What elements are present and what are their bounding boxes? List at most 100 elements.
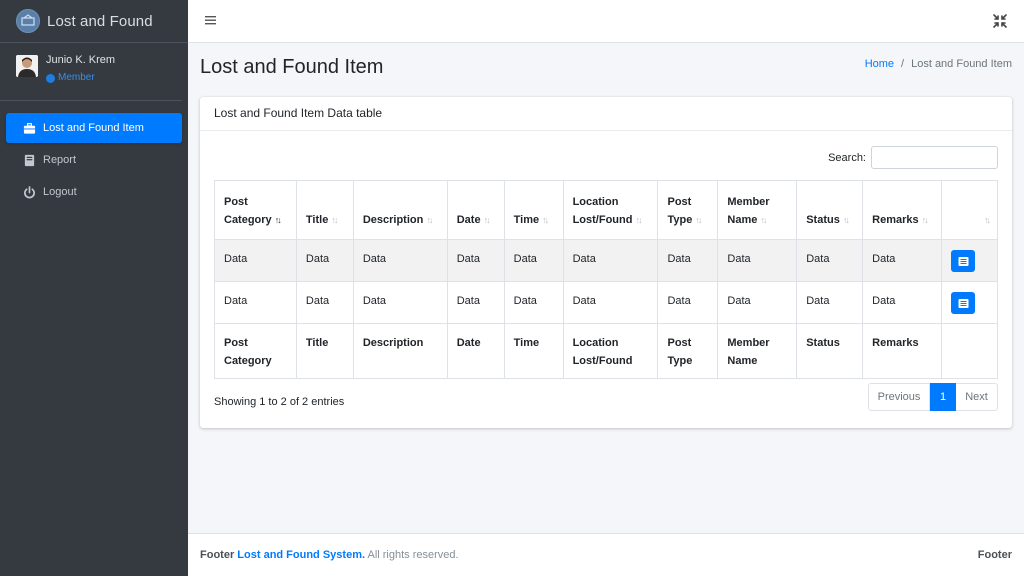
table-cell: Data (717, 281, 798, 324)
search-row: Search: (828, 146, 998, 169)
sidebar-item-report[interactable]: Report (6, 145, 182, 175)
sidebar: Lost and Found Junio K. Krem Member Lost… (0, 0, 188, 576)
column-header-location[interactable]: Location Lost/Found ↑↓ (562, 180, 659, 240)
user-name[interactable]: Junio K. Krem (46, 53, 115, 67)
table-cell: Data (657, 239, 719, 282)
column-header-post-category[interactable]: Post Category ↑↓ (214, 180, 297, 240)
book-icon (22, 153, 36, 167)
table-info: Showing 1 to 2 of 2 entries (214, 396, 345, 408)
user-role: Member (46, 71, 115, 85)
table-cell: Data (562, 239, 659, 282)
column-footer-location: Location Lost/Found (562, 323, 659, 379)
column-header-remarks[interactable]: Remarks ↑↓ (862, 180, 943, 240)
sidebar-item-logout[interactable]: Logout (6, 177, 182, 207)
sort-icon: ↑↓ (921, 215, 929, 225)
pagination: Previous 1 Next (868, 383, 998, 411)
table-cell: Data (657, 281, 719, 324)
sort-icon: ↑↓ (984, 215, 991, 225)
sidebar-item-lost-and-found[interactable]: Lost and Found Item (6, 113, 182, 143)
column-footer-status: Status (796, 323, 864, 379)
footer-copyright: Footer Lost and Found System. All rights… (200, 549, 459, 561)
sort-icon: ↑↓ (331, 215, 338, 225)
table-cell: Data (446, 281, 505, 324)
table-cell: Data (796, 239, 864, 282)
pagination-page-button[interactable]: 1 (930, 383, 956, 411)
user-role-label: Member (58, 72, 95, 83)
breadcrumb-separator: / (901, 58, 905, 70)
footer-right: Footer (977, 549, 1012, 561)
sort-asc-icon: ↑↓ (274, 215, 282, 225)
pagination-previous-button[interactable]: Previous (868, 383, 930, 411)
sort-icon: ↑↓ (760, 215, 767, 225)
view-details-button[interactable] (951, 250, 976, 272)
online-status-icon (46, 73, 55, 83)
sidebar-nav: Lost and Found Item Report Logout (0, 101, 188, 207)
sort-icon: ↑↓ (426, 215, 433, 225)
column-header-status[interactable]: Status ↑↓ (796, 180, 864, 240)
card-title: Lost and Found Item Data table (200, 97, 1012, 131)
breadcrumb: Home / Lost and Found Item (865, 58, 1012, 70)
table-header-row: Post Category ↑↓ Title ↑↓ Description ↑↓ Dat… (214, 180, 998, 240)
fullscreen-icon[interactable] (992, 13, 1008, 29)
table-cell: Data (503, 239, 564, 282)
column-footer-post-category: Post Category (214, 323, 297, 379)
sort-icon: ↑↓ (483, 215, 491, 225)
column-footer-member-name: Member Name (717, 323, 798, 379)
table-cell: Data (295, 239, 354, 282)
table-cell: Data (796, 281, 864, 324)
page-title: Lost and Found Item (200, 56, 384, 78)
sort-icon: ↑↓ (695, 215, 702, 225)
pagination-next-button[interactable]: Next (956, 383, 998, 411)
footer-prefix: Footer (200, 549, 235, 561)
table-cell-action (941, 281, 998, 324)
table-cell: Data (717, 239, 798, 282)
view-details-button[interactable] (951, 292, 976, 314)
column-header-description[interactable]: Description ↑↓ (352, 180, 448, 240)
table-footer-row: Post Category Title Description Date Time… (214, 323, 998, 379)
table-cell: Data (503, 281, 564, 324)
breadcrumb-current: Lost and Found Item (911, 58, 1012, 70)
footer-suffix: All rights reserved. (367, 549, 459, 561)
column-header-post-type[interactable]: Post Type ↑↓ (657, 180, 719, 240)
list-alt-icon (958, 256, 969, 266)
column-header-title[interactable]: Title ↑↓ (295, 180, 354, 240)
column-header-action[interactable]: ↑↓ (941, 180, 998, 240)
top-navbar (188, 0, 1024, 43)
search-label: Search: (828, 151, 866, 164)
brand-logo-icon (16, 9, 40, 33)
data-table: Post Category ↑↓ Title ↑↓ Description ↑↓ Dat… (214, 180, 998, 379)
briefcase-icon (22, 121, 36, 135)
column-footer-description: Description (352, 323, 448, 379)
table-cell: Data (862, 281, 943, 324)
user-panel[interactable]: Junio K. Krem Member (0, 43, 182, 101)
column-footer-time: Time (503, 323, 564, 379)
avatar (16, 55, 38, 77)
column-header-time[interactable]: Time ↑↓ (503, 180, 564, 240)
table-cell: Data (214, 281, 297, 324)
menu-toggle-icon[interactable] (204, 13, 218, 27)
table-cell: Data (214, 239, 297, 282)
footer: Footer Lost and Found System. All rights… (188, 533, 1024, 576)
list-alt-icon (958, 298, 969, 308)
table-row: Data Data Data Data Data Data Data Data … (214, 281, 998, 324)
table-cell: Data (295, 281, 354, 324)
table-row: Data Data Data Data Data Data Data Data … (214, 239, 998, 282)
brand-title: Lost and Found (47, 12, 153, 30)
power-icon (22, 185, 36, 199)
search-input[interactable] (871, 146, 998, 169)
sort-icon: ↑↓ (542, 215, 549, 225)
sidebar-item-label: Logout (43, 186, 77, 198)
table-cell: Data (446, 239, 505, 282)
column-header-member-name[interactable]: Member Name ↑↓ (717, 180, 798, 240)
column-footer-post-type: Post Type (657, 323, 719, 379)
table-cell: Data (562, 281, 659, 324)
sidebar-item-label: Report (43, 154, 77, 166)
footer-brand-link[interactable]: Lost and Found System. (237, 549, 365, 561)
column-footer-action (941, 323, 998, 379)
column-header-date[interactable]: Date ↑↓ (446, 180, 505, 240)
data-table-card: Lost and Found Item Data table Search: P… (200, 97, 1012, 428)
sidebar-item-label: Lost and Found Item (43, 122, 144, 134)
breadcrumb-home[interactable]: Home (865, 58, 894, 70)
table-cell: Data (352, 239, 448, 282)
brand[interactable]: Lost and Found (0, 0, 188, 43)
